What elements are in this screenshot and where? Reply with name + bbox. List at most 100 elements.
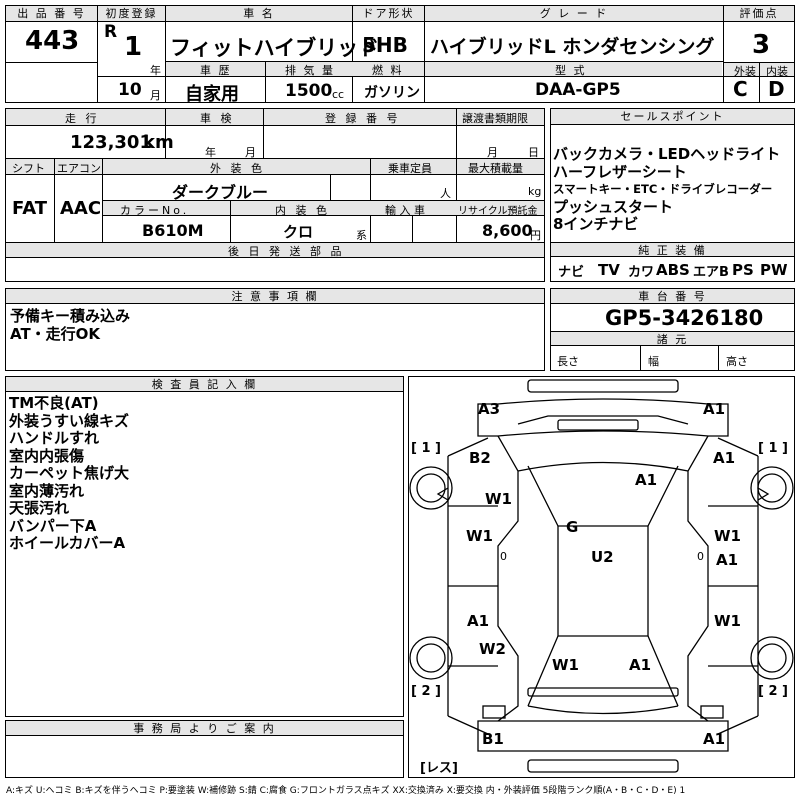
capacity-unit: 人: [440, 187, 451, 200]
equip-nav: ナビ: [558, 265, 585, 280]
history-label: 車 歴: [200, 64, 232, 77]
recycle-fee: 8,600: [482, 221, 533, 240]
grade-label: グ レ ー ド: [425, 6, 723, 22]
sales-line: ハーフレザーシート: [553, 162, 687, 181]
damage-mark: A1: [635, 471, 658, 489]
ac: AAC: [60, 198, 102, 219]
notes-list: 予備キー積み込み AT・走行OK: [10, 307, 131, 343]
int-grade: D: [768, 77, 785, 101]
grade: ハイブリッドL ホンダセンシング: [430, 36, 715, 58]
displacement-label: 排 気 量: [285, 64, 335, 77]
sales-line: 8インチナビ: [553, 215, 639, 233]
zero-mark-left: 0: [500, 550, 507, 563]
equip-tv: TV: [598, 261, 620, 279]
color-no-label: カラーNo.: [120, 204, 190, 217]
damage-mark: G: [566, 518, 579, 536]
inspector-line: カーペット焦げ大: [9, 464, 130, 482]
inspector-line: 外装うすい線キズ: [9, 411, 130, 430]
damage-mark: A1: [713, 449, 736, 467]
era: R: [104, 22, 118, 42]
inspector-line: ハンドルすれ: [9, 429, 100, 447]
interior-unit: 系: [356, 229, 367, 242]
interior-label: 内 装 色: [275, 204, 330, 217]
shift-label: シフト: [12, 162, 45, 175]
capacity-label: 乗車定員: [388, 162, 432, 175]
note-line: 予備キー積み込み: [10, 307, 131, 325]
inspector-line: 天張汚れ: [9, 499, 70, 517]
door-label: ドア形状: [353, 6, 424, 22]
month-unit: 月: [150, 89, 161, 102]
lot-number: 443: [25, 26, 80, 56]
dims-label: 諸 元: [551, 332, 794, 346]
office-label: 事 務 局 よ り ご 案 内: [6, 721, 403, 736]
fuel-label: 燃 料: [372, 64, 404, 77]
color-number: B610M: [142, 221, 204, 240]
sales-label: セールスポイント: [551, 109, 794, 125]
damage-mark: A1: [703, 400, 726, 418]
notes-label: 注 意 事 項 欄: [6, 289, 544, 304]
inspector-list: TM不良(AT) 外装うすい線キズ ハンドルすれ 室内内張傷 カーペット焦げ大 …: [9, 394, 130, 553]
equip-ps: PS: [732, 261, 754, 279]
damage-mark: A1: [629, 656, 652, 674]
sales-line: スマートキー・ETC・ドライブレコーダー: [553, 182, 773, 196]
chassis-number: GP5-3426180: [605, 306, 764, 330]
damage-mark: B1: [482, 730, 504, 748]
score: 3: [752, 30, 771, 60]
sales-list: バックカメラ・LEDヘッドライト ハーフレザーシート スマートキー・ETC・ドラ…: [553, 145, 781, 234]
inspector-line: TM不良(AT): [9, 394, 99, 412]
damage-mark: U2: [591, 548, 614, 566]
damage-mark: A1: [703, 730, 726, 748]
damage-mark: W1: [714, 527, 741, 545]
door-type: 5HB: [362, 33, 408, 57]
reg-label: 登 録 番 号: [325, 112, 401, 125]
inspector-line: ホイールカバーA: [9, 534, 126, 552]
car-name-label: 車 名: [166, 6, 352, 22]
car-name: フィットハイブリッド: [170, 36, 380, 60]
ac-label: エアコン: [57, 162, 101, 175]
import-label: 輸 入 車: [385, 204, 425, 217]
damage-mark: W1: [714, 612, 741, 630]
mileage-unit: km: [143, 132, 174, 153]
damage-mark: A1: [467, 612, 490, 630]
load-label: 最大積載量: [468, 162, 523, 175]
damage-mark: W1: [466, 527, 493, 545]
history: 自家用: [185, 84, 239, 105]
recycle-label: リサイクル預託金: [458, 206, 538, 217]
inspector-line: 室内薄汚れ: [9, 481, 85, 500]
yen-unit: 円: [530, 229, 541, 242]
cc-unit: cc: [332, 88, 345, 101]
side-label-front-right: [ 1 ]: [758, 441, 788, 456]
interior-color: クロ: [283, 223, 314, 241]
transfer-label: 譲渡書類期限: [462, 112, 528, 125]
side-label-rear-right: [ 2 ]: [758, 684, 788, 699]
lot-label: 出 品 番 号: [6, 6, 97, 22]
month: 10: [118, 80, 142, 100]
sales-line: バックカメラ・LEDヘッドライト: [553, 145, 781, 163]
fuel: ガソリン: [364, 85, 420, 101]
equip-label: 純 正 装 備: [551, 243, 794, 257]
side-label-rear-left: [ 2 ]: [411, 684, 441, 699]
damage-mark: W1: [552, 656, 579, 674]
model: DAA-GP5: [535, 80, 621, 100]
equip-pw: PW: [760, 261, 788, 279]
load-unit: kg: [528, 185, 542, 198]
damage-mark: B2: [469, 449, 491, 467]
equip-leather: カワ: [628, 265, 655, 280]
mileage: 123,301: [70, 132, 152, 153]
width-label: 幅: [648, 355, 659, 368]
height-label: 高さ: [726, 355, 748, 368]
side-label-front-left: [ 1 ]: [411, 441, 441, 456]
color-label: 外 装 色: [210, 162, 265, 175]
later-parts-label: 後 日 発 送 部 品: [228, 245, 345, 258]
first-reg-label: 初度登録: [98, 6, 165, 22]
inspection-label: 車 検: [200, 112, 235, 125]
inspector-line: バンパー下A: [9, 516, 97, 535]
shift: FAT: [12, 198, 48, 219]
equip-airbag: エアB: [693, 265, 729, 280]
zero-mark-right: 0: [697, 550, 704, 563]
legend: A:キズ U:ヘコミ B:キズを伴うヘコミ P:要塗装 W:補修跡 S:錆 C:…: [6, 786, 686, 796]
car-diagram: [409, 379, 794, 773]
note-line: AT・走行OK: [10, 324, 101, 343]
inspector-line: 室内内張傷: [9, 446, 85, 465]
year: 1: [124, 32, 143, 62]
